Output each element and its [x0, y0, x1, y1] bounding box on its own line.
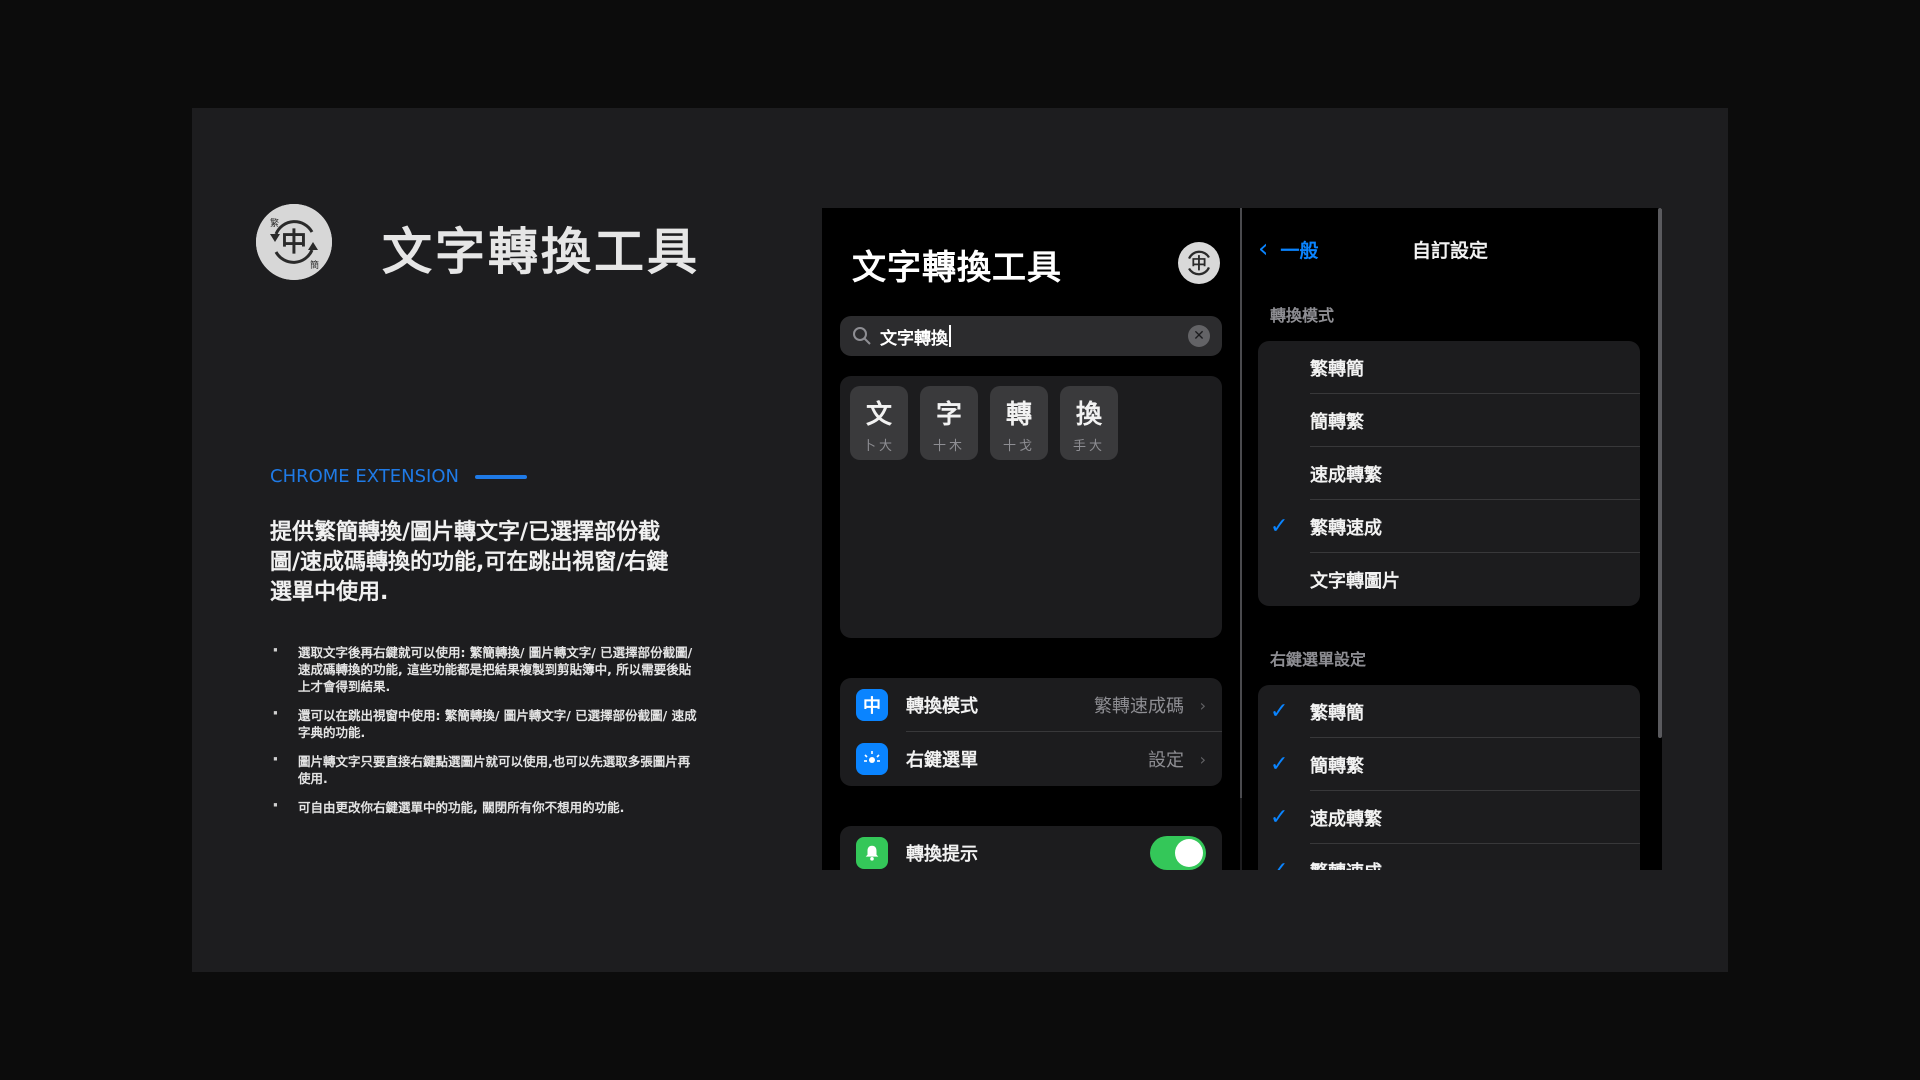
lead-text: 提供繁簡轉換/圖片轉文字/已選擇部份截圖/速成碼轉換的功能,可在跳出視窗/右鍵選…: [270, 520, 669, 605]
option-label: 繁轉速成: [1310, 858, 1382, 871]
svg-text:中: 中: [281, 228, 307, 258]
eyebrow-underline: [475, 474, 527, 479]
svg-text:繁: 繁: [270, 217, 279, 229]
option-label: 繁轉簡: [1310, 702, 1364, 724]
row-value: 設定: [1148, 750, 1184, 771]
mode-option[interactable]: 繁轉簡: [1258, 341, 1640, 394]
char-chip[interactable]: 換 手大: [1060, 386, 1118, 460]
eyebrow-label: CHROME EXTENSION: [270, 466, 459, 487]
section-header: 轉換模式: [1270, 306, 1335, 325]
option-label: 簡轉繁: [1310, 755, 1364, 777]
settings-screenshot: ‹ 一般 自訂設定 轉換模式 繁轉簡 簡轉繁 速成轉繁 ✓ 繁轉速成 文字轉圖片…: [1242, 208, 1662, 870]
row-label: 轉換提示: [906, 844, 978, 865]
row-value: 繁轉速成碼: [1094, 696, 1184, 717]
row-label: 右鍵選單: [906, 750, 978, 771]
app-logo-icon[interactable]: 中: [1178, 242, 1220, 284]
search-icon: [853, 327, 871, 345]
feature-item: 選取文字後再右鍵就可以使用: 繁簡轉換/ 圖片轉文字/ 已選擇部份截圖/ 速成碼…: [270, 642, 700, 695]
text-cursor: [949, 325, 951, 347]
menu-option[interactable]: ✓ 速成轉繁: [1258, 791, 1640, 844]
clear-search-icon[interactable]: ✕: [1188, 325, 1210, 347]
menu-list: ✓ 繁轉簡 ✓ 簡轉繁 ✓ 速成轉繁 ✓ 繁轉速成: [1258, 685, 1640, 870]
search-input[interactable]: 文字轉換 ✕: [840, 316, 1222, 356]
char-glyph: 換: [1075, 400, 1102, 430]
notify-group: 轉換提示: [840, 826, 1222, 870]
char-code: 十木: [932, 439, 965, 454]
notify-toggle[interactable]: [1150, 836, 1206, 870]
notify-row: 轉換提示: [840, 826, 1222, 870]
chevron-right-icon: ›: [1199, 749, 1206, 769]
option-label: 繁轉速成: [1310, 517, 1382, 539]
conversion-mode-row[interactable]: 中 轉換模式 繁轉速成碼 ›: [840, 678, 1222, 732]
back-button[interactable]: ‹ 一般: [1258, 234, 1318, 264]
checkmark-icon: ✓: [1270, 514, 1289, 539]
char-code-panel: 文 卜大 字 十木 轉 十戈 換 手大: [840, 376, 1222, 638]
option-label: 速成轉繁: [1310, 808, 1382, 830]
app-screenshot: 文字轉換工具 中 文字轉換 ✕ 文 卜大 字 十木 轉 十戈 換 手大 中 轉換…: [822, 208, 1240, 870]
char-code: 卜大: [862, 439, 895, 454]
app-logo-icon: 中 繁 簡: [256, 204, 332, 280]
checkmark-icon: ✓: [1270, 752, 1289, 777]
scrollbar[interactable]: [1658, 208, 1662, 738]
feature-item: 圖片轉文字只要直接右鍵點選圖片就可以使用,也可以先選取多張圖片再使用.: [270, 751, 700, 787]
checkmark-icon: ✓: [1270, 805, 1289, 830]
chevron-left-icon: ‹: [1258, 234, 1269, 264]
feature-list: 選取文字後再右鍵就可以使用: 繁簡轉換/ 圖片轉文字/ 已選擇部份截圖/ 速成碼…: [270, 642, 700, 828]
svg-text:簡: 簡: [310, 259, 319, 271]
menu-option[interactable]: ✓ 簡轉繁: [1258, 738, 1640, 791]
menu-option[interactable]: ✓ 繁轉速成: [1258, 844, 1640, 870]
char-chip[interactable]: 字 十木: [920, 386, 978, 460]
char-chip[interactable]: 文 卜大: [850, 386, 908, 460]
mode-option[interactable]: 文字轉圖片: [1258, 553, 1640, 606]
back-label: 一般: [1280, 239, 1319, 262]
char-code: 十戈: [1002, 439, 1035, 454]
option-label: 簡轉繁: [1310, 411, 1364, 433]
bell-icon: [856, 837, 888, 869]
row-label: 轉換模式: [906, 696, 978, 717]
option-label: 繁轉簡: [1310, 358, 1364, 380]
app-title: 文字轉換工具: [852, 248, 1062, 288]
feature-item: 可自由更改你右鍵選單中的功能, 關閉所有你不想用的功能.: [270, 797, 700, 816]
checkmark-icon: ✓: [1270, 858, 1288, 870]
section-header: 右鍵選單設定: [1270, 650, 1367, 669]
mode-option[interactable]: 速成轉繁: [1258, 447, 1640, 500]
settings-group: 中 轉換模式 繁轉速成碼 › 右鍵選單 設定 ›: [840, 678, 1222, 786]
feature-item: 還可以在跳出視窗中使用: 繁簡轉換/ 圖片轉文字/ 已選擇部份截圖/ 速成字典的…: [270, 705, 700, 741]
chevron-right-icon: ›: [1199, 695, 1206, 715]
nav-title: 自訂設定: [1412, 240, 1489, 262]
svg-text:中: 中: [1191, 254, 1206, 273]
conversion-mode-icon: 中: [856, 689, 888, 721]
search-query: 文字轉換: [880, 328, 948, 349]
hero-title: 文字轉換工具: [382, 223, 700, 281]
char-glyph: 文: [865, 400, 892, 430]
char-code: 手大: [1072, 439, 1105, 454]
option-label: 速成轉繁: [1310, 464, 1382, 486]
checkmark-icon: ✓: [1270, 699, 1289, 724]
tap-sparkle-icon: [856, 743, 888, 775]
char-glyph: 轉: [1005, 400, 1032, 430]
mode-option[interactable]: 簡轉繁: [1258, 394, 1640, 447]
toggle-knob: [1175, 839, 1203, 867]
eyebrow: CHROME EXTENSION: [270, 466, 527, 487]
mode-option[interactable]: ✓ 繁轉速成: [1258, 500, 1640, 553]
mode-list: 繁轉簡 簡轉繁 速成轉繁 ✓ 繁轉速成 文字轉圖片: [1258, 341, 1640, 606]
option-label: 文字轉圖片: [1310, 570, 1400, 592]
char-glyph: 字: [935, 400, 962, 430]
menu-option[interactable]: ✓ 繁轉簡: [1258, 685, 1640, 738]
char-chip[interactable]: 轉 十戈: [990, 386, 1048, 460]
context-menu-row[interactable]: 右鍵選單 設定 ›: [840, 732, 1222, 786]
